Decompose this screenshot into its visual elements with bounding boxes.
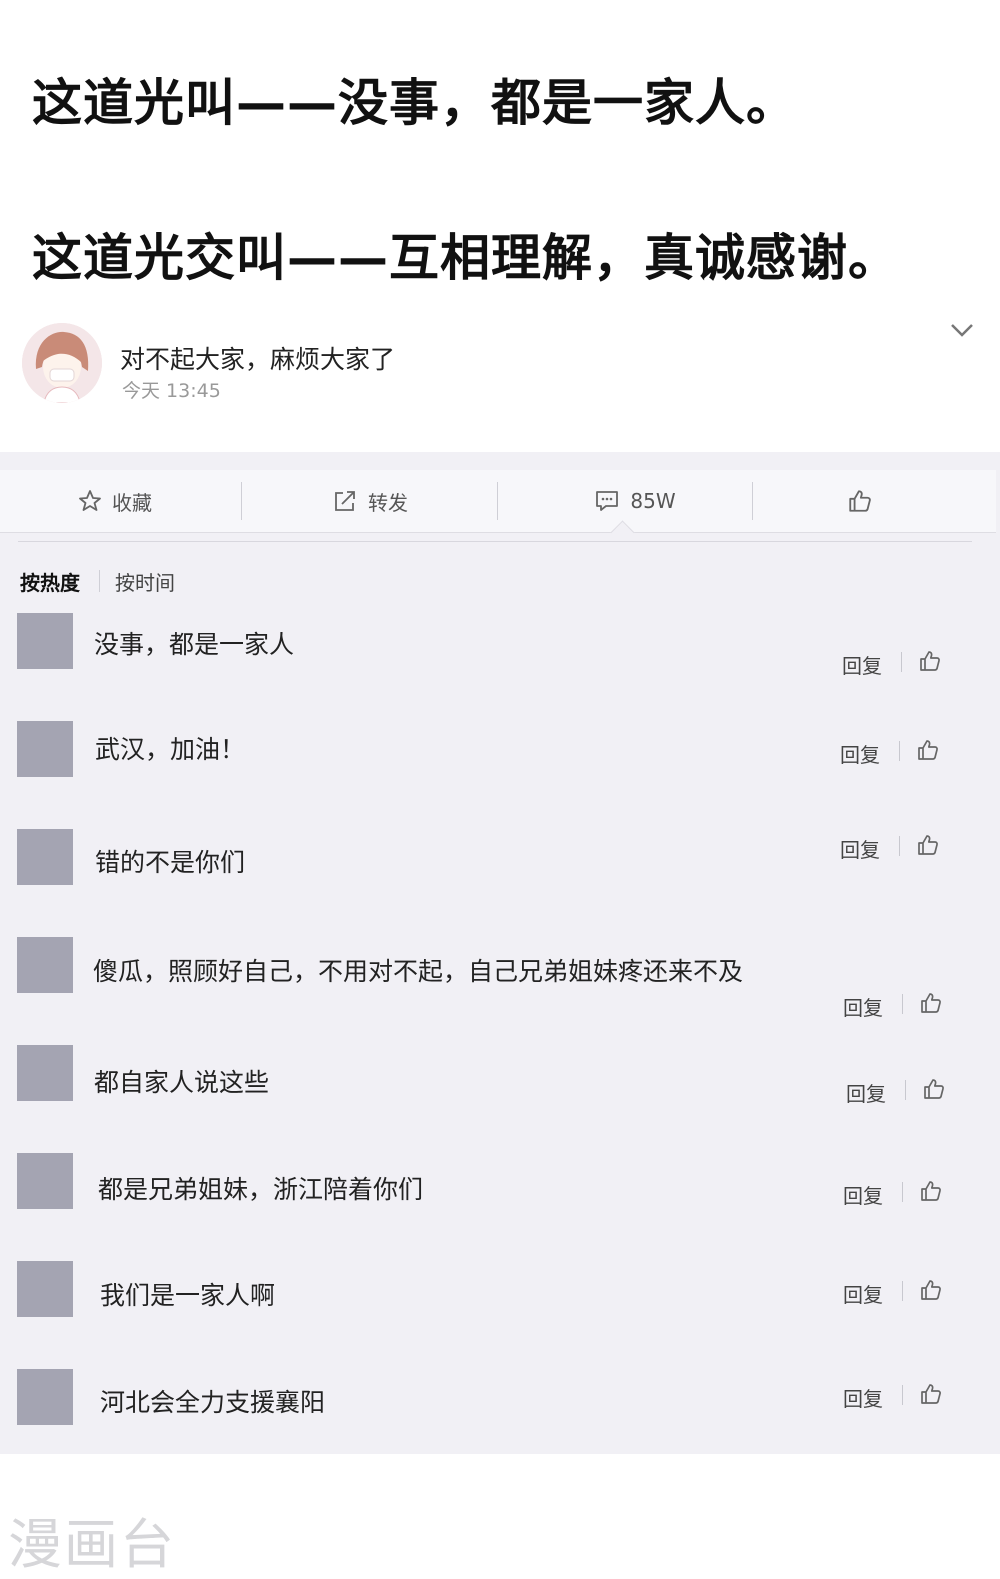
chevron-down-icon[interactable] [948, 318, 976, 342]
thumbs-up-icon [849, 490, 871, 512]
comment-button[interactable]: 85W [560, 470, 710, 532]
reply-divider [902, 1385, 903, 1405]
comment-text: 河北会全力支援襄阳 [100, 1388, 326, 1417]
reply-button[interactable]: 回复 [840, 739, 880, 768]
action-divider [241, 482, 242, 520]
thumbs-up-icon[interactable] [919, 1179, 943, 1203]
comment-avatar[interactable] [17, 1153, 73, 1209]
favorite-button[interactable]: 收藏 [40, 470, 190, 532]
thumbs-up-icon[interactable] [918, 649, 942, 673]
reply-button[interactable]: 回复 [842, 650, 882, 679]
comment-text: 我们是一家人啊 [100, 1281, 276, 1310]
comment-avatar[interactable] [17, 1369, 73, 1425]
comment-text: 都是兄弟姐妹，浙江陪着你们 [98, 1175, 424, 1204]
thumbs-up-icon[interactable] [919, 1382, 943, 1406]
post-timestamp: 今天 13:45 [122, 380, 221, 402]
action-bar: 收藏 转发 85W [0, 470, 996, 533]
thumbs-up-icon[interactable] [916, 833, 940, 857]
reply-button[interactable]: 回复 [840, 834, 880, 863]
repost-label: 转发 [368, 490, 408, 515]
comment-avatar[interactable] [17, 1261, 73, 1317]
thumbs-up-icon[interactable] [922, 1077, 946, 1101]
post-title: 对不起大家，麻烦大家了 [120, 345, 396, 374]
sort-by-hot[interactable]: 按热度 [20, 567, 80, 596]
action-divider [752, 482, 753, 520]
reply-button[interactable]: 回复 [846, 1078, 886, 1107]
comment-text: 傻瓜，照顾好自己，不用对不起，自己兄弟姐妹疼还来不及 [93, 957, 744, 986]
thumbs-up-icon[interactable] [919, 991, 943, 1015]
comment-text: 错的不是你们 [95, 848, 246, 877]
action-divider [497, 482, 498, 520]
user-avatar[interactable] [22, 323, 102, 403]
reply-button[interactable]: 回复 [843, 1383, 883, 1412]
star-icon [79, 490, 101, 511]
reply-divider [899, 836, 900, 856]
comment-text: 武汉，加油！ [95, 735, 246, 764]
watermark: 漫画台 [8, 1513, 176, 1576]
reply-button[interactable]: 回复 [843, 1279, 883, 1308]
reply-divider [899, 741, 900, 761]
headline-line-1: 这道光叫——没事，都是一家人。 [32, 74, 797, 132]
reply-divider [905, 1080, 906, 1100]
comment-avatar[interactable] [17, 721, 73, 777]
reply-button[interactable]: 回复 [843, 992, 883, 1021]
comment-count: 85W [630, 489, 676, 513]
share-icon [335, 491, 355, 511]
headline-line-2: 这道光交叫——互相理解，真诚感谢。 [32, 229, 899, 287]
reply-divider [901, 652, 902, 672]
comment-avatar[interactable] [17, 937, 73, 993]
reply-divider [902, 994, 903, 1014]
thumbs-up-icon[interactable] [916, 738, 940, 762]
sort-divider [99, 570, 100, 592]
repost-button[interactable]: 转发 [295, 470, 445, 532]
comment-text: 没事，都是一家人 [94, 630, 295, 659]
avatar-illustration [22, 323, 102, 403]
like-button[interactable] [820, 470, 900, 532]
reply-divider [902, 1182, 903, 1202]
comment-text: 都自家人说这些 [94, 1068, 270, 1097]
reply-divider [902, 1281, 903, 1301]
divider [18, 541, 972, 542]
thumbs-up-icon[interactable] [919, 1278, 943, 1302]
comment-icon [596, 491, 619, 511]
sort-by-time[interactable]: 按时间 [115, 567, 175, 596]
comment-avatar[interactable] [17, 829, 73, 885]
comment-avatar[interactable] [17, 613, 73, 669]
favorite-label: 收藏 [112, 490, 152, 515]
comment-avatar[interactable] [17, 1045, 73, 1101]
reply-button[interactable]: 回复 [843, 1180, 883, 1209]
